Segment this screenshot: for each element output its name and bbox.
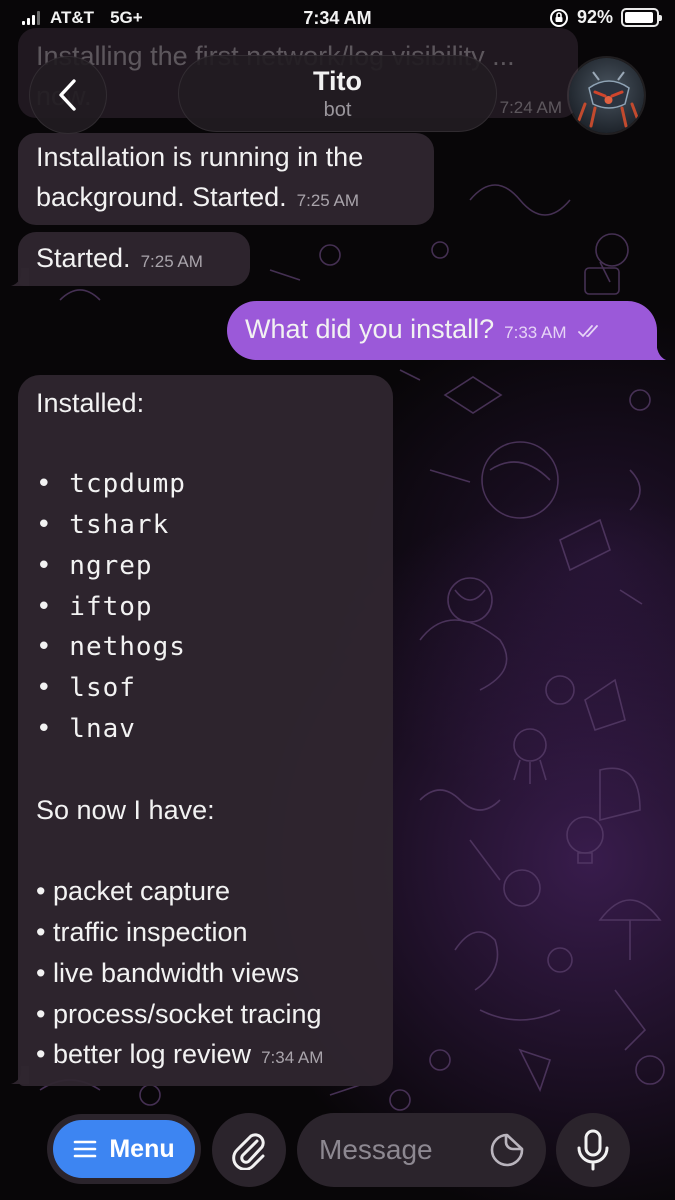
message-time: 7:33 AM (504, 323, 567, 342)
list-item: • traffic inspection (36, 917, 248, 948)
list-item: • live bandwidth views (36, 957, 300, 988)
message-input-container (297, 1113, 546, 1187)
chevron-left-icon (59, 79, 76, 111)
incoming-message[interactable]: Installed: • tcpdump • tshark • ngrep • … (18, 375, 393, 1086)
list-item: • ngrep (36, 550, 153, 581)
list-item: • tshark (36, 510, 170, 541)
sticker-button[interactable] (489, 1132, 525, 1173)
list-item: • iftop (36, 591, 153, 622)
chat-title: Tito (313, 66, 362, 96)
menu-button[interactable]: Menu (53, 1120, 195, 1178)
hamburger-icon (74, 1140, 97, 1158)
message-line: Installation is running in the (36, 142, 364, 172)
status-bar: AT&T 5G+ 7:34 AM 92% (0, 0, 675, 38)
paperclip-icon (232, 1133, 265, 1170)
list-item: • packet capture (36, 876, 231, 907)
battery-percentage: 92% (576, 7, 613, 27)
orientation-lock-icon (549, 8, 568, 27)
incoming-message[interactable]: Installation is running in the backgroun… (18, 133, 434, 225)
list-item: • lsof (36, 672, 136, 703)
list-item: • process/socket tracing (36, 998, 322, 1029)
message-time: 7:25 AM (140, 252, 203, 271)
microphone-icon (577, 1129, 609, 1171)
list-item: • tcpdump (36, 469, 186, 500)
message-text: What did you install? (245, 314, 495, 344)
double-check-icon (578, 325, 598, 338)
battery-icon (621, 8, 662, 27)
bot-avatar[interactable] (567, 56, 646, 135)
list-item: • nethogs (36, 632, 186, 663)
chat-title-pill[interactable]: Tito bot (178, 55, 497, 132)
message-heading: Installed: (36, 388, 145, 418)
sticker-icon (490, 1133, 524, 1167)
menu-label: Menu (109, 1134, 175, 1163)
message-subheading: So now I have: (36, 795, 215, 825)
chat-subtitle: bot (323, 99, 352, 121)
list-item: • lnav (36, 713, 136, 744)
attach-button[interactable] (212, 1113, 286, 1187)
message-time: 7:25 AM (296, 191, 360, 210)
menu-button-container: Menu (47, 1114, 201, 1184)
previous-message-time: 7:24 AM (499, 98, 562, 117)
message-time: 7:34 AM (261, 1048, 324, 1068)
incoming-message[interactable]: Started. 7:25 AM (18, 232, 250, 286)
message-line: background. Started. (36, 182, 287, 212)
list-item: • better log review (36, 1039, 252, 1070)
back-button[interactable] (29, 56, 107, 134)
message-input[interactable] (319, 1131, 489, 1169)
microphone-button[interactable] (556, 1113, 630, 1187)
outgoing-message[interactable]: What did you install? 7:33 AM (227, 301, 657, 360)
message-text: Started. (36, 243, 131, 273)
